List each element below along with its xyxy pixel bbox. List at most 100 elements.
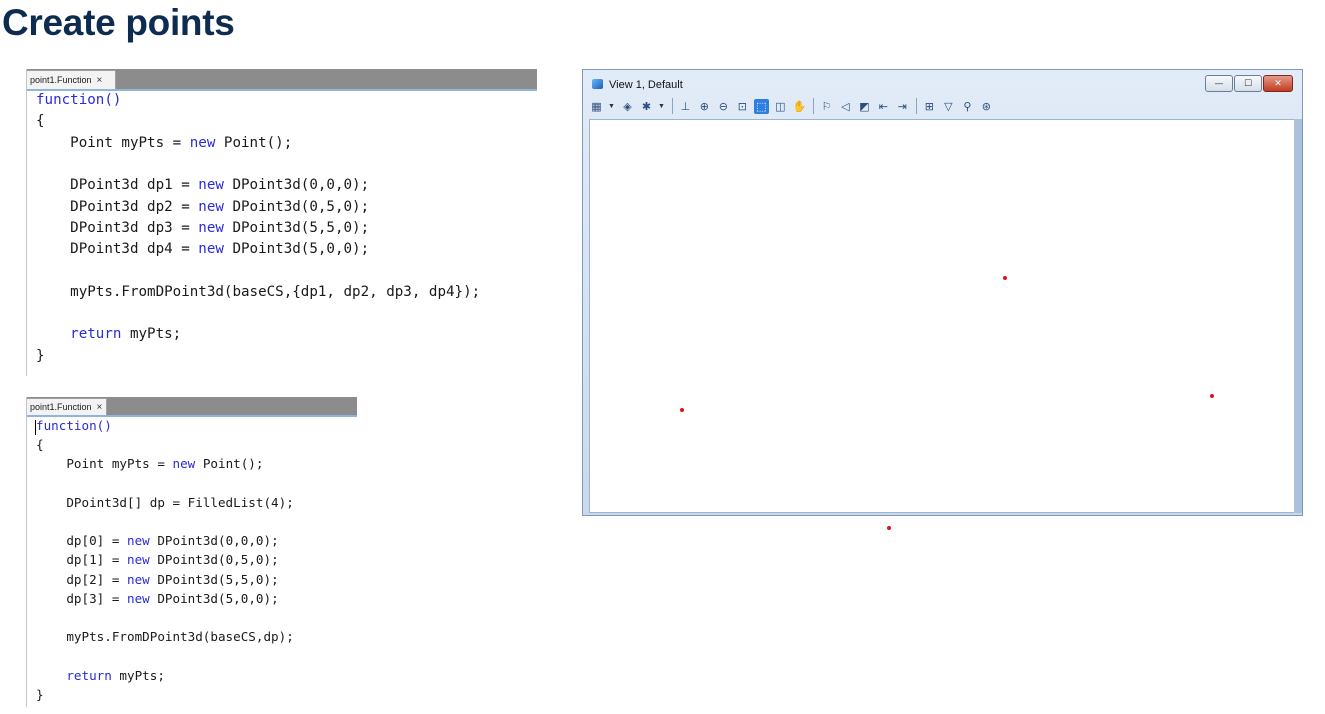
window-area-icon[interactable]: ⊡ <box>735 99 750 114</box>
code-line: } <box>36 348 45 364</box>
code-keyword: new <box>127 571 150 587</box>
view-previous-icon[interactable]: ⇤ <box>876 99 891 114</box>
point-marker[interactable] <box>1003 276 1007 280</box>
page-title: Create points <box>2 2 235 43</box>
close-tab-icon[interactable]: × <box>97 75 103 86</box>
code-line: DPoint3d dp1 = new DPoint3d(0,0,0); <box>36 177 369 193</box>
code-keyword: function() <box>36 418 112 433</box>
code-keyword: new <box>127 552 150 568</box>
code-text: dp[2] = <box>36 571 127 587</box>
code-line: dp[3] = new DPoint3d(5,0,0); <box>36 590 279 606</box>
editor-tab[interactable]: point1.Function × <box>26 70 116 89</box>
view-title: View 1, Default <box>609 79 683 91</box>
code-text: dp[0] = <box>36 533 127 549</box>
lighting-icon[interactable]: ✱ <box>639 99 654 114</box>
code-line: myPts.FromDPoint3d(baseCS,{dp1, dp2, dp3… <box>36 284 480 300</box>
close-tab-icon[interactable]: × <box>97 402 103 413</box>
code-keyword: new <box>198 241 224 258</box>
view-titlebar[interactable]: View 1, Default — ☐ ✕ <box>583 70 1302 94</box>
maximize-button[interactable]: ☐ <box>1234 75 1262 92</box>
zoom-in-icon[interactable]: ⊕ <box>697 99 712 114</box>
point-marker[interactable] <box>887 526 891 530</box>
display-style-icon[interactable]: ◈ <box>620 99 635 114</box>
code-keyword: new <box>127 533 150 549</box>
code-text: } <box>36 347 45 364</box>
code-line: function() <box>36 418 112 433</box>
close-window-button[interactable]: ✕ <box>1263 75 1293 92</box>
code-text: DPoint3d dp3 = <box>36 219 199 236</box>
code-keyword: return <box>70 326 122 343</box>
zoom-out-icon[interactable]: ⊖ <box>716 99 731 114</box>
code-text: myPts.FromDPoint3d(baseCS,{dp1, dp2, dp3… <box>36 283 481 300</box>
editor-tab[interactable]: point1.Function × <box>26 398 107 415</box>
code-text: DPoint3d dp4 = <box>36 241 199 258</box>
code-text: DPoint3d(0,5,0); <box>149 552 279 568</box>
code-keyword: new <box>172 456 196 472</box>
code-text: DPoint3d(5,5,0); <box>223 219 370 236</box>
walk-icon[interactable]: ⚐ <box>819 99 834 114</box>
editor-tab-label: point1.Function <box>30 75 92 85</box>
code-text: myPts.FromDPoint3d(baseCS,dp); <box>36 629 294 645</box>
code-text: dp[1] = <box>36 552 127 568</box>
view-next-icon[interactable]: ⇥ <box>895 99 910 114</box>
code-text: DPoint3d(5,5,0); <box>149 571 279 587</box>
code-line: dp[0] = new DPoint3d(0,0,0); <box>36 533 279 549</box>
toolbar-separator <box>915 98 917 114</box>
clip-volume-icon[interactable]: ▽ <box>941 99 956 114</box>
update-view-icon[interactable]: ⊥ <box>678 99 693 114</box>
editor-margin <box>26 69 27 376</box>
rotate-view-icon[interactable]: ◫ <box>773 99 788 114</box>
view-scrollbar[interactable] <box>1294 119 1302 513</box>
code-line: DPoint3d dp2 = new DPoint3d(0,5,0); <box>36 199 369 215</box>
code-text: DPoint3d dp2 = <box>36 198 199 215</box>
code-text: myPts; <box>111 667 165 683</box>
code-line: function() <box>36 92 121 108</box>
camera-icon[interactable]: ◩ <box>857 99 872 114</box>
chevron-down-icon[interactable]: ▼ <box>658 103 665 110</box>
code-text: { <box>36 437 44 453</box>
code-keyword: new <box>127 590 150 606</box>
view-canvas[interactable] <box>589 119 1295 530</box>
view-toolbar: ▦ ▼ ◈ ✱ ▼ ⊥ ⊕ ⊖ ⊡ ⬚ ◫ ✋ ⚐ ◁ ◩ ⇤ ⇥ ⊞ ▽ ⚲ ⊛ <box>589 96 998 116</box>
code-editor-top[interactable]: point1.Function × function() { Point myPt… <box>26 69 537 376</box>
code-text: DPoint3d(0,0,0); <box>149 533 279 549</box>
minimize-button[interactable]: — <box>1205 75 1233 92</box>
code-line: DPoint3d dp4 = new DPoint3d(5,0,0); <box>36 241 369 257</box>
clip-mask-icon[interactable]: ⚲ <box>960 99 975 114</box>
code-line: dp[1] = new DPoint3d(0,5,0); <box>36 552 279 568</box>
code-line: Point myPts = new Point(); <box>36 456 263 471</box>
code-editor-bottom[interactable]: point1.Function × function() { Point myPt… <box>26 397 357 707</box>
code-text: Point(); <box>215 134 293 151</box>
point-marker[interactable] <box>680 408 684 412</box>
code-line: return myPts; <box>36 326 181 342</box>
code-line: return myPts; <box>36 668 165 683</box>
code-line: DPoint3d dp3 = new DPoint3d(5,5,0); <box>36 220 369 236</box>
window-controls: — ☐ ✕ <box>1204 75 1293 92</box>
code-keyword: new <box>198 177 224 194</box>
chevron-down-icon[interactable]: ▼ <box>608 103 615 110</box>
pan-view-icon[interactable]: ✋ <box>792 99 807 114</box>
editor-tab-label: point1.Function <box>30 402 92 412</box>
code-line: { <box>36 113 45 129</box>
code-keyword: new <box>198 219 224 236</box>
code-text: } <box>36 686 44 702</box>
code-text: myPts; <box>121 326 182 343</box>
editor-tab-bar: point1.Function × <box>26 397 357 417</box>
view-window[interactable]: View 1, Default — ☐ ✕ ▦ ▼ ◈ ✱ ▼ ⊥ ⊕ ⊖ ⊡ ⬚ ◫ ✋ ⚐ ◁ ◩ ⇤ ⇥ ⊞ ▽ ⚲… <box>582 69 1303 530</box>
look-icon[interactable]: ◁ <box>838 99 853 114</box>
code-line: } <box>36 687 44 702</box>
fit-view-icon[interactable]: ⬚ <box>753 98 769 114</box>
view-groups-icon[interactable]: ⊛ <box>979 99 994 114</box>
code-text: DPoint3d[] dp = FilledList(4); <box>36 494 294 510</box>
point-marker[interactable] <box>1210 394 1214 398</box>
code-text: DPoint3d(5,0,0); <box>223 241 370 258</box>
view-attributes-icon[interactable]: ▦ <box>589 99 604 114</box>
code-text: Point(); <box>195 456 264 472</box>
copy-view-icon[interactable]: ⊞ <box>922 99 937 114</box>
editor-margin <box>26 397 27 707</box>
code-text: DPoint3d(5,0,0); <box>149 590 279 606</box>
code-keyword: return <box>66 667 112 683</box>
code-line: Point myPts = new Point(); <box>36 135 292 151</box>
